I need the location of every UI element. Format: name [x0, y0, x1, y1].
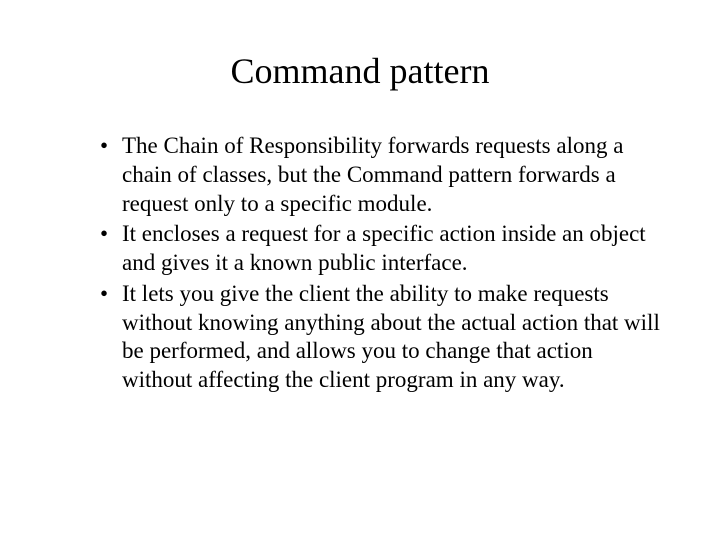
- bullet-item: It lets you give the client the ability …: [100, 280, 660, 395]
- slide-title: Command pattern: [60, 50, 660, 92]
- bullet-item: It encloses a request for a specific act…: [100, 220, 660, 278]
- bullet-list: The Chain of Responsibility forwards req…: [60, 132, 660, 395]
- bullet-item: The Chain of Responsibility forwards req…: [100, 132, 660, 218]
